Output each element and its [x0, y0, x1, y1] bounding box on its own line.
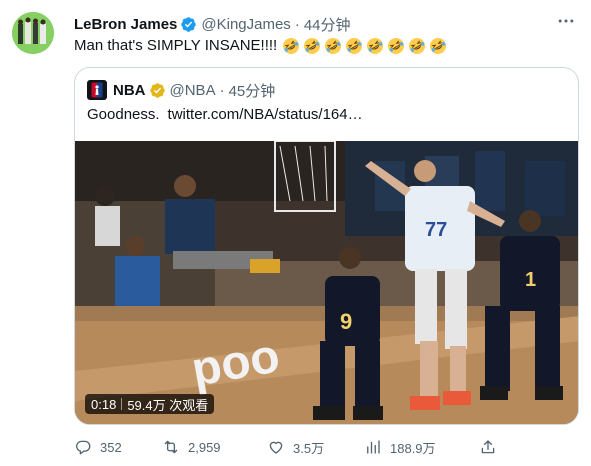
tweet-text: Man that's SIMPLY INSANE!!!!	[74, 37, 278, 54]
quoted-tweet-text: Goodness.	[87, 106, 160, 123]
badge-divider	[121, 398, 123, 410]
svg-text:9: 9	[340, 309, 352, 334]
emoji-row	[282, 37, 450, 55]
quoted-tweet-text-row: Goodness. twitter.com/NBA/status/164…	[87, 106, 363, 123]
like-count: 3.5万	[293, 440, 325, 456]
nba-logo[interactable]	[87, 80, 107, 100]
quoted-author-handle[interactable]: @NBA	[170, 82, 216, 99]
retweet-button[interactable]: 2,959	[162, 438, 221, 456]
quoted-author-name[interactable]: NBA	[113, 82, 146, 99]
avatar-image	[12, 12, 54, 54]
share-icon	[481, 440, 495, 454]
views-button[interactable]: 188.9万	[364, 438, 436, 457]
quoted-separator-dot: ·	[219, 81, 225, 99]
author-name[interactable]: LeBron James	[74, 16, 177, 33]
rolling-on-floor-laughing-icon	[325, 38, 342, 54]
like-button[interactable]: 3.5万	[267, 438, 324, 457]
retweet-count: 2,959	[188, 439, 221, 455]
reply-button[interactable]: 352	[74, 438, 122, 456]
views-icon	[367, 440, 380, 454]
author-handle[interactable]: @KingJames	[201, 16, 290, 33]
rolling-on-floor-laughing-icon	[430, 38, 447, 54]
quoted-tweet-header: NBA @NBA · 45分钟	[87, 80, 275, 100]
tweet-header: LeBron James @KingJames · 44分钟	[74, 14, 351, 34]
reply-icon	[75, 440, 91, 455]
rolling-on-floor-laughing-icon	[388, 38, 405, 54]
video-views: 59.4万 次观看	[127, 397, 209, 413]
svg-text:1: 1	[525, 269, 536, 291]
verified-badge-icon[interactable]	[180, 16, 197, 33]
video-frame: poo 9 77 1	[75, 141, 578, 424]
share-button[interactable]	[479, 438, 505, 456]
gold-verified-badge-icon[interactable]	[149, 82, 166, 99]
quoted-tweet-time[interactable]: 45分钟	[229, 80, 276, 101]
rolling-on-floor-laughing-icon	[367, 38, 384, 54]
rolling-on-floor-laughing-icon	[283, 38, 300, 54]
reply-count: 352	[100, 439, 122, 455]
rolling-on-floor-laughing-icon	[304, 38, 321, 54]
tweet-time[interactable]: 44分钟	[304, 14, 351, 35]
video-duration: 0:18	[91, 396, 117, 412]
tweet[interactable]: LeBron James @KingJames · 44分钟 Man that'…	[0, 0, 591, 466]
rolling-on-floor-laughing-icon	[409, 38, 426, 54]
retweet-icon	[164, 440, 178, 454]
separator-dot: ·	[294, 15, 300, 33]
tweet-text-row: Man that's SIMPLY INSANE!!!!	[74, 36, 450, 56]
more-icon[interactable]	[555, 10, 577, 32]
rolling-on-floor-laughing-icon	[346, 38, 363, 54]
video-player[interactable]: poo 9 77 1 0:18 59.4万 次观看	[75, 141, 578, 424]
video-stats-badge: 0:18 59.4万 次观看	[85, 394, 215, 414]
svg-text:77: 77	[425, 219, 447, 241]
quoted-tweet-link[interactable]: twitter.com/NBA/status/164…	[168, 106, 363, 123]
view-count: 188.9万	[390, 440, 436, 456]
avatar[interactable]	[12, 12, 54, 54]
heart-icon	[269, 441, 283, 454]
action-bar: 352 2,959 3.5万 188.9万	[74, 436, 504, 458]
quoted-tweet[interactable]: NBA @NBA · 45分钟 Goodness. twitter.com/NBA…	[74, 67, 579, 425]
